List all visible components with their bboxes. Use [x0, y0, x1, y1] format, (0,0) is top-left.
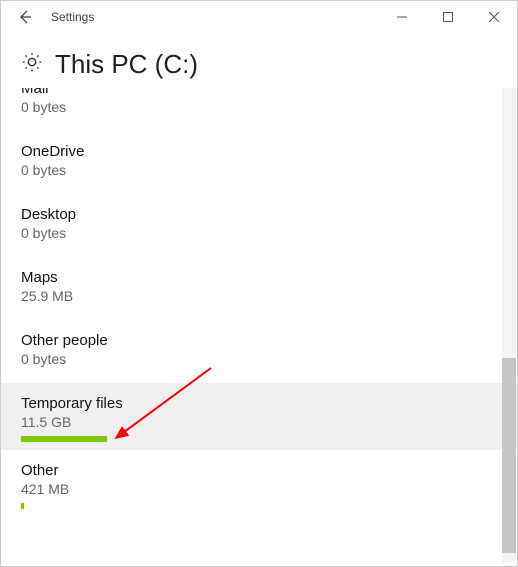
- entry-size: 0 bytes: [21, 351, 497, 367]
- maximize-icon: [443, 12, 453, 22]
- content-area: Mail 0 bytes OneDrive 0 bytes Desktop 0 bytes…: [1, 88, 517, 563]
- entry-usage-bar: [21, 436, 107, 442]
- storage-entry[interactable]: Other people 0 bytes: [21, 320, 497, 383]
- entry-label: OneDrive: [21, 143, 497, 160]
- entry-label: Maps: [21, 269, 497, 286]
- scrollbar-thumb[interactable]: [502, 358, 516, 553]
- page-title: This PC (C:): [55, 49, 198, 80]
- entry-size: 421 MB: [21, 481, 497, 497]
- entry-size: 0 bytes: [21, 225, 497, 241]
- storage-entry[interactable]: Desktop 0 bytes: [21, 194, 497, 257]
- close-button[interactable]: [471, 1, 517, 33]
- storage-entry[interactable]: OneDrive 0 bytes: [21, 131, 497, 194]
- close-icon: [489, 12, 499, 22]
- entry-size: 0 bytes: [21, 162, 497, 178]
- back-button[interactable]: [9, 1, 41, 33]
- storage-list: Mail 0 bytes OneDrive 0 bytes Desktop 0 bytes…: [1, 88, 517, 525]
- window-title: Settings: [51, 10, 94, 24]
- entry-label: Other: [21, 462, 497, 479]
- entry-size: 11.5 GB: [21, 414, 497, 430]
- storage-entry[interactable]: Maps 25.9 MB: [21, 257, 497, 320]
- entry-label: Other people: [21, 332, 497, 349]
- storage-entry[interactable]: Mail 0 bytes: [21, 88, 497, 131]
- titlebar: Settings: [1, 1, 517, 33]
- entry-label: Desktop: [21, 206, 497, 223]
- entry-size: 25.9 MB: [21, 288, 497, 304]
- maximize-button[interactable]: [425, 1, 471, 33]
- minimize-button[interactable]: [379, 1, 425, 33]
- minimize-icon: [397, 12, 407, 22]
- storage-entry[interactable]: Temporary files 11.5 GB: [1, 383, 517, 450]
- entry-usage-bar: [21, 503, 24, 509]
- arrow-left-icon: [17, 9, 33, 25]
- window-controls: [379, 1, 517, 33]
- page-header: This PC (C:): [1, 33, 517, 88]
- entry-label: Temporary files: [21, 395, 497, 412]
- gear-icon: [21, 51, 43, 78]
- entry-size: 0 bytes: [21, 99, 497, 115]
- storage-entry[interactable]: Other 421 MB: [21, 450, 497, 525]
- entry-label: Mail: [21, 88, 497, 97]
